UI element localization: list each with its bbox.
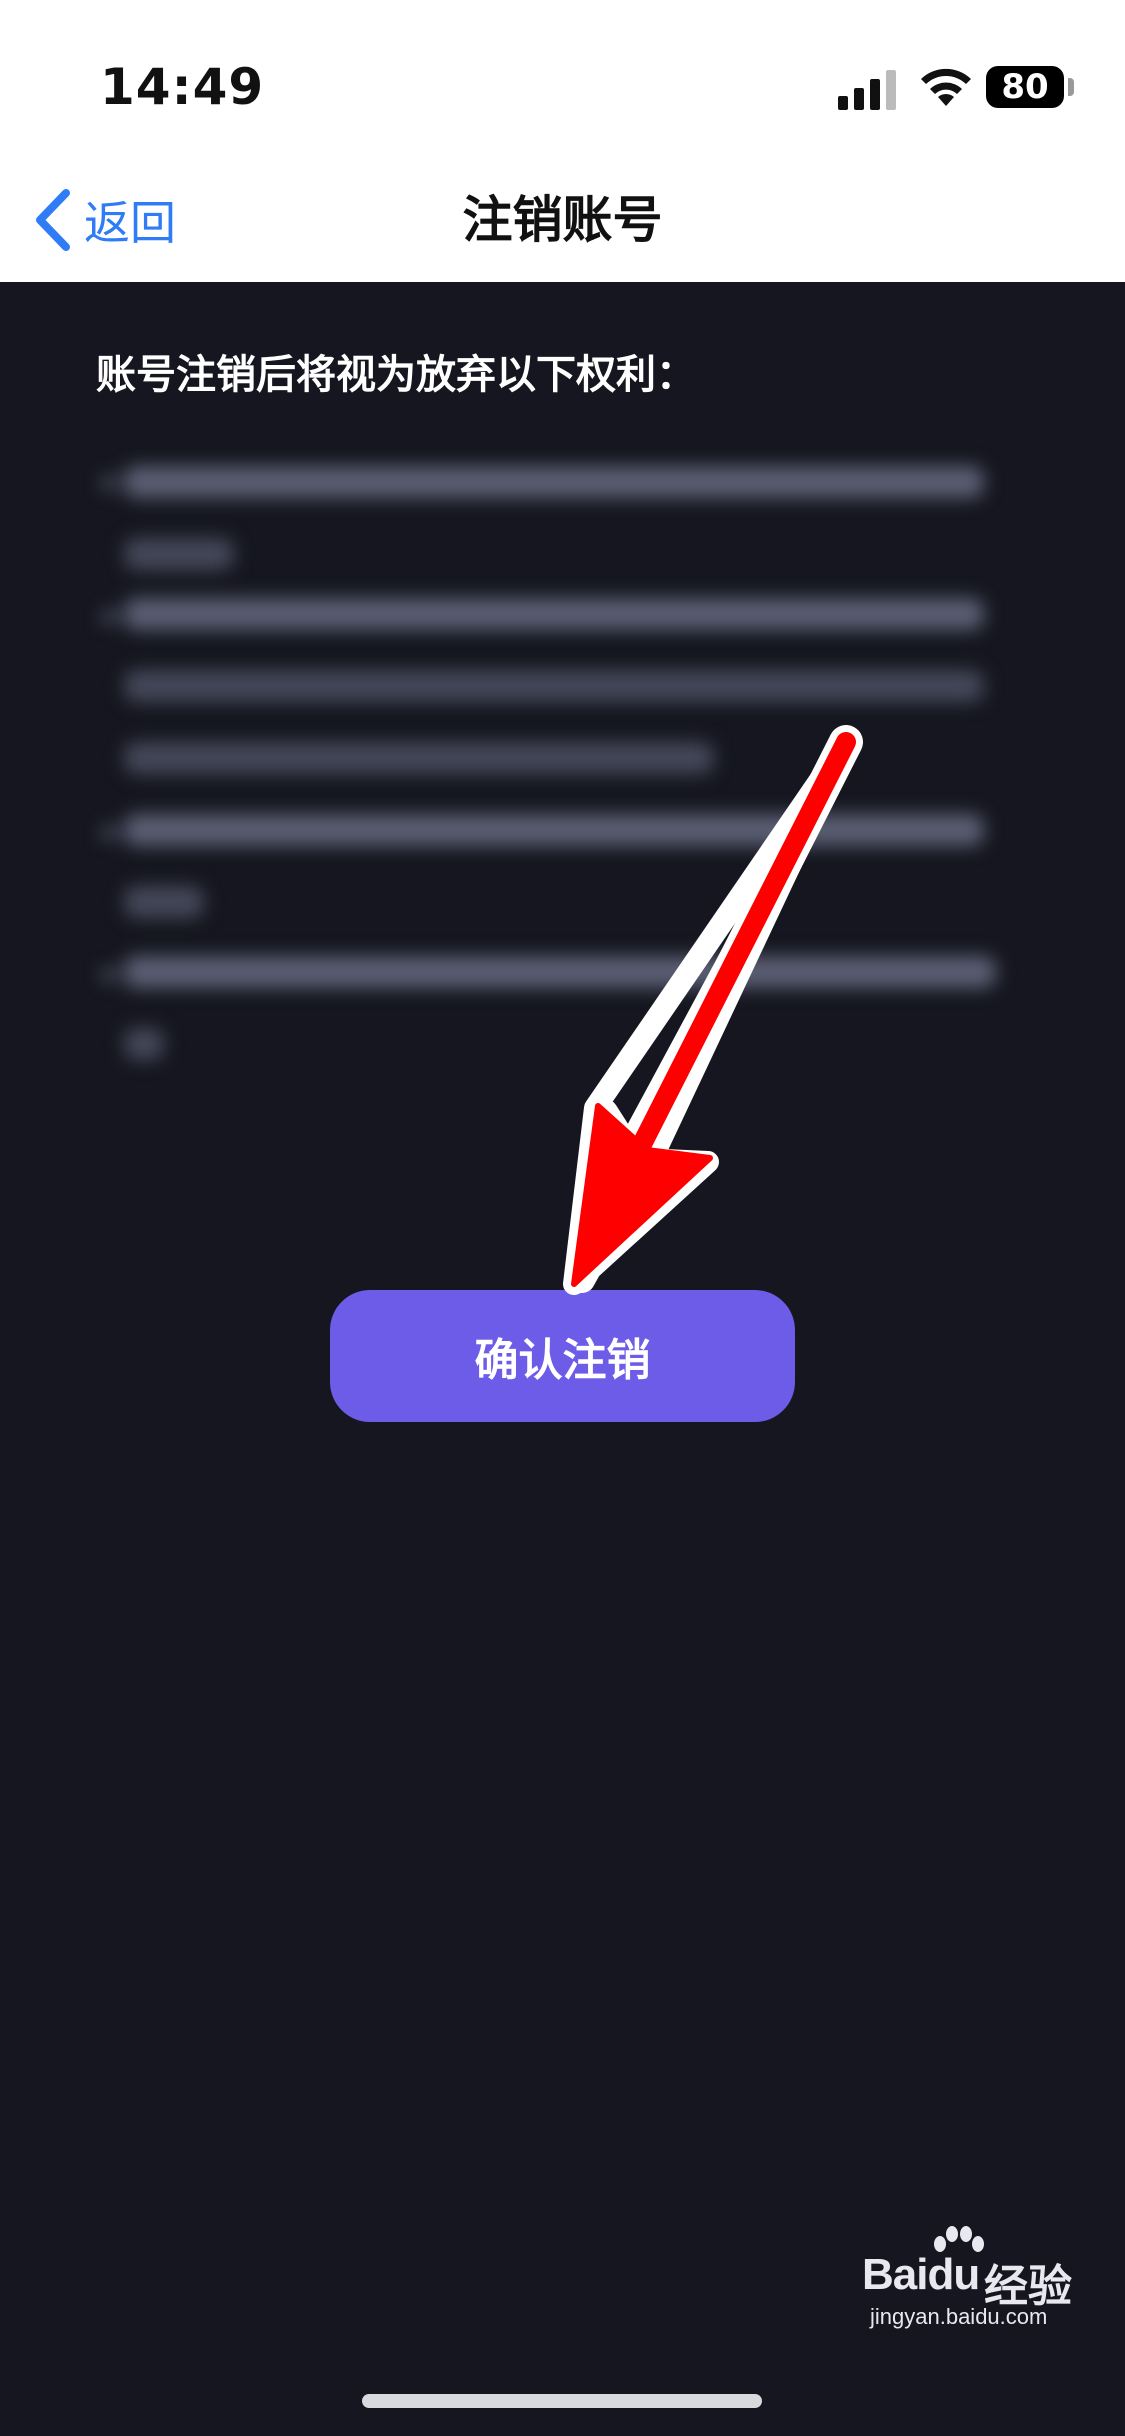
- navigation-bar: 注销账号 返回: [0, 160, 1125, 282]
- back-button[interactable]: 返回: [34, 184, 176, 256]
- chevron-left-icon: [36, 189, 70, 251]
- confirm-deactivation-button[interactable]: 确认注销: [330, 1290, 795, 1422]
- home-indicator[interactable]: [362, 2394, 762, 2408]
- back-label: 返回: [84, 196, 176, 250]
- wifi-icon: [921, 68, 971, 106]
- blurred-rights-list: [88, 452, 1008, 1392]
- watermark-url: jingyan.baidu.com: [870, 2304, 1048, 2329]
- battery-icon: 80: [986, 66, 1064, 108]
- main-content: 账号注销后将视为放弃以下权利： 确认注销: [0, 282, 1125, 2436]
- status-bar: 14:49 80: [0, 0, 1125, 160]
- status-time: 14:49: [100, 58, 265, 116]
- battery-tip: [1068, 78, 1074, 96]
- cellular-signal-icon: [838, 70, 896, 110]
- rights-intro-text: 账号注销后将视为放弃以下权利：: [96, 352, 696, 398]
- watermark-brand: Baidu: [862, 2250, 980, 2299]
- baidu-jingyan-watermark: Baidu 经验 jingyan.baidu.com: [862, 2226, 1072, 2329]
